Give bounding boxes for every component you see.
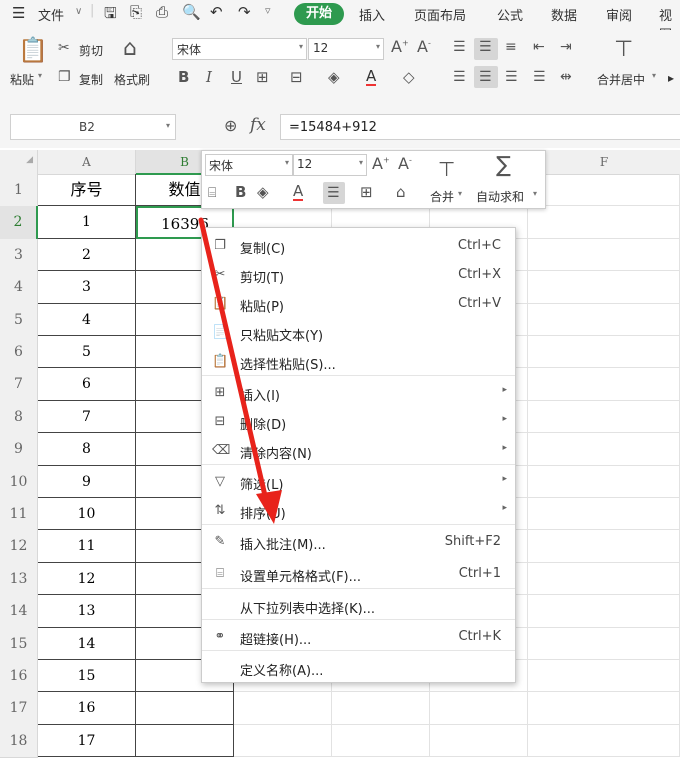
annotation-arrow [198, 217, 282, 524]
annotation-arrow-head [256, 490, 282, 524]
annotation-arrow-shaft [198, 217, 269, 503]
